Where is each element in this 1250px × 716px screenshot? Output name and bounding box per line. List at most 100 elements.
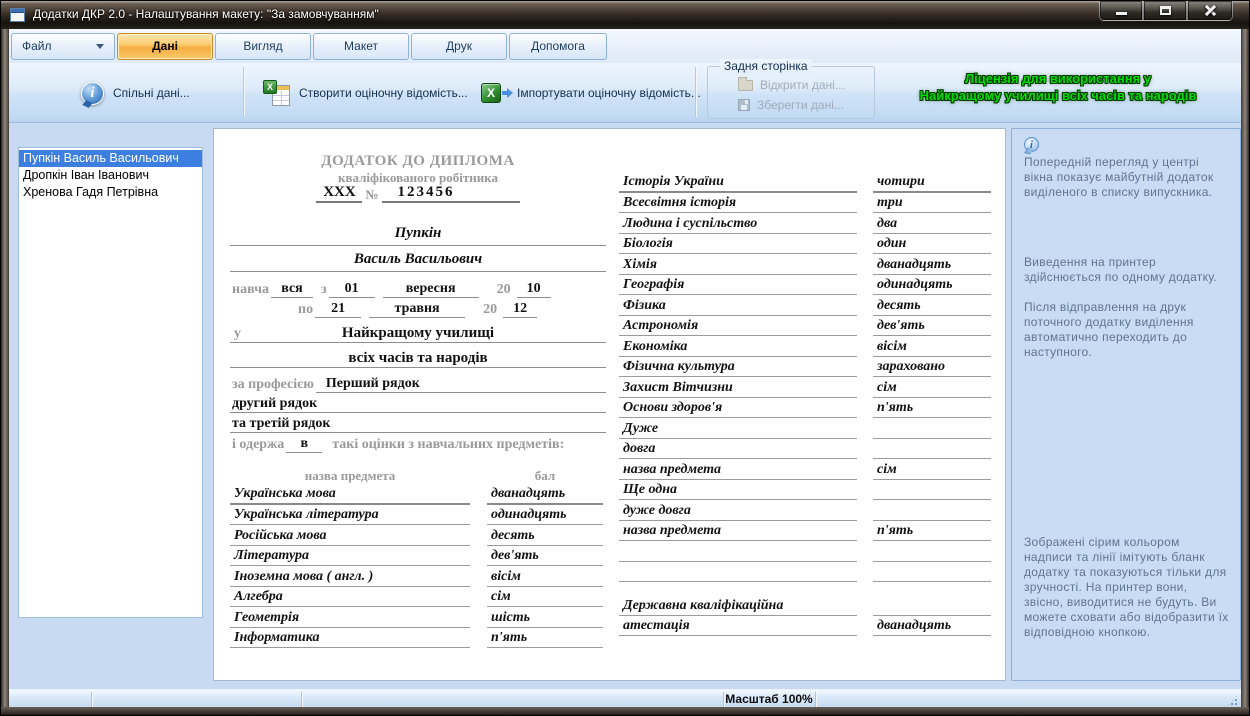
label-po: по bbox=[296, 302, 315, 318]
table-row: Українська літератураодинадцять bbox=[230, 505, 606, 526]
toolbar-separator bbox=[695, 67, 696, 117]
grade-cell bbox=[873, 614, 991, 616]
profession-line-3: та третій рядок bbox=[230, 413, 606, 433]
student-list-item[interactable]: Хренова Гадя Петрівна bbox=[19, 184, 202, 201]
subject-cell: Біологія bbox=[619, 236, 857, 254]
subject-cell: Іноземна мова ( англ. ) bbox=[230, 569, 470, 587]
maximize-button[interactable] bbox=[1143, 1, 1187, 21]
grade-cell: вісім bbox=[873, 339, 991, 357]
document-left-column: ДОДАТОК ДО ДИПЛОМА кваліфікованого робіт… bbox=[230, 129, 606, 648]
window-frame-right bbox=[1241, 29, 1249, 715]
license-text: Ліцензія для використання у Найкращому у… bbox=[889, 70, 1227, 104]
app-window: Додатки ДКР 2.0 - Налаштування макету: "… bbox=[0, 0, 1250, 716]
grade-cell: чотири bbox=[873, 174, 991, 193]
table-row: Дуже bbox=[619, 418, 993, 439]
from-year: 10 bbox=[517, 281, 551, 298]
grade-cell bbox=[873, 437, 991, 439]
toolbar-separator bbox=[243, 67, 244, 117]
table-row: Основи здоров'яп'ять bbox=[619, 398, 993, 419]
oderzha-suffix: в bbox=[286, 436, 322, 453]
tab-file[interactable]: Файл bbox=[11, 33, 115, 60]
import-sheet-button[interactable]: X Імпортувати оціночну відомість... bbox=[475, 71, 707, 115]
minimize-button[interactable] bbox=[1099, 1, 1143, 21]
grade-cell: два bbox=[873, 216, 991, 234]
open-data-button[interactable]: Відкрити дані... bbox=[738, 78, 845, 92]
school-name-2: всіх часів та народів bbox=[348, 350, 487, 367]
info-panel: i Попередній перегляд у центрі вікна пок… bbox=[1011, 128, 1241, 681]
table-row: назва предметап'ять bbox=[619, 521, 993, 542]
student-listbox[interactable]: Пупкін Василь Васильович Дропкін Іван Ів… bbox=[18, 147, 203, 618]
subjects-table-left: Українська мова дванадцять Українська літ… bbox=[230, 484, 606, 648]
subject-cell: Інформатика bbox=[230, 630, 470, 648]
status-bar: Масштаб 100% bbox=[9, 689, 1241, 709]
table-row: Захист Вітчизнисім bbox=[619, 377, 993, 398]
subject-cell: назва предмета bbox=[619, 462, 857, 480]
school-name-1: Найкращому училищі bbox=[342, 325, 494, 342]
save-icon bbox=[738, 99, 750, 111]
tab-help[interactable]: Допомога bbox=[509, 33, 607, 60]
table-row: Всесвітня історіятри bbox=[619, 193, 993, 214]
table-row: Ще одна bbox=[619, 480, 993, 501]
save-data-button[interactable]: Зберегти дані... bbox=[738, 98, 844, 112]
window-title: Додатки ДКР 2.0 - Налаштування макету: "… bbox=[33, 1, 379, 28]
toolbar: i Спільні дані... X Створити оціночну ві… bbox=[9, 63, 1241, 123]
student-list-item[interactable]: Пупкін Василь Васильович bbox=[19, 150, 202, 167]
title-bar[interactable]: Додатки ДКР 2.0 - Налаштування макету: "… bbox=[1, 1, 1249, 29]
tab-view[interactable]: Вигляд bbox=[215, 33, 311, 60]
info-paragraph: Попередній перегляд у центрі вікна показ… bbox=[1024, 155, 1229, 200]
school-line-2: всіх часів та народів bbox=[230, 343, 606, 368]
subject-cell: Історія України bbox=[619, 174, 857, 193]
diploma-series: XXX bbox=[316, 184, 362, 203]
table-row: атестаціядванадцять bbox=[619, 616, 993, 637]
app-icon bbox=[10, 8, 25, 22]
table-row: Літературадев'ять bbox=[230, 546, 606, 567]
excel-logo-icon: X bbox=[481, 83, 501, 103]
info-bubble-icon: i bbox=[1024, 137, 1039, 152]
subject-cell: Географія bbox=[619, 277, 857, 295]
to-month: травня bbox=[369, 301, 465, 318]
table-row: Фізична культуразараховано bbox=[619, 357, 993, 378]
grades-intro-row: і одержа в такі оцінки з навчальних пред… bbox=[230, 433, 606, 453]
tab-print[interactable]: Друк bbox=[411, 33, 507, 60]
profession-row: за професією Перший рядок bbox=[230, 368, 606, 393]
profession-line-2: другий рядок bbox=[230, 393, 606, 413]
subject-cell: довга bbox=[619, 441, 857, 459]
column-header-subject: назва предмета bbox=[230, 468, 470, 484]
subject-cell: Українська мова bbox=[230, 486, 470, 505]
subject-cell: Алгебра bbox=[230, 589, 470, 607]
label-century: 20 bbox=[495, 282, 513, 298]
table-row: Інформатика п'ять bbox=[230, 628, 606, 649]
profession-line-1: Перший рядок bbox=[316, 376, 606, 393]
tab-layout[interactable]: Макет bbox=[313, 33, 409, 60]
table-row bbox=[619, 562, 993, 583]
grade-cell: одинадцять bbox=[487, 507, 603, 525]
common-data-button[interactable]: i Спільні дані... bbox=[75, 71, 196, 115]
grade-cell: п'ять bbox=[873, 523, 991, 541]
grade-cell: дванадцять bbox=[873, 618, 991, 636]
study-to-row: по 21 травня 20 12 bbox=[230, 298, 606, 318]
subject-cell: Дуже bbox=[619, 421, 857, 439]
table-row: Астрономіядев'ять bbox=[619, 316, 993, 337]
chevron-down-icon bbox=[96, 44, 104, 49]
subject-cell: Основи здоров'я bbox=[619, 400, 857, 418]
subject-cell bbox=[619, 560, 857, 562]
label-grades-intro: такі оцінки з навчальних предметів: bbox=[330, 437, 566, 453]
main-area: Пупкін Василь Васильович Дропкін Іван Ів… bbox=[9, 123, 1241, 689]
tab-data[interactable]: Дані bbox=[117, 33, 213, 60]
grade-cell: дванадцять bbox=[487, 486, 603, 505]
table-row: довга bbox=[619, 439, 993, 460]
student-list-item[interactable]: Дропкін Іван Іванович bbox=[19, 167, 202, 184]
table-row: Історія України чотири bbox=[619, 172, 993, 193]
grade-cell: п'ять bbox=[487, 630, 603, 648]
number-sign: № bbox=[365, 187, 378, 203]
info-paragraph: Виведення на принтер здійснюється по одн… bbox=[1024, 255, 1229, 285]
grade-cell: сім bbox=[487, 589, 603, 607]
create-sheet-button[interactable]: X Створити оціночну відомість... bbox=[257, 71, 474, 115]
folder-open-icon bbox=[738, 80, 753, 91]
resize-grip-icon[interactable] bbox=[1226, 694, 1239, 707]
grade-cell bbox=[873, 457, 991, 459]
subject-cell: Ще одна bbox=[619, 482, 857, 500]
statusbar-separator bbox=[301, 692, 302, 707]
grade-cell: шість bbox=[487, 610, 603, 628]
close-button[interactable] bbox=[1187, 1, 1233, 21]
